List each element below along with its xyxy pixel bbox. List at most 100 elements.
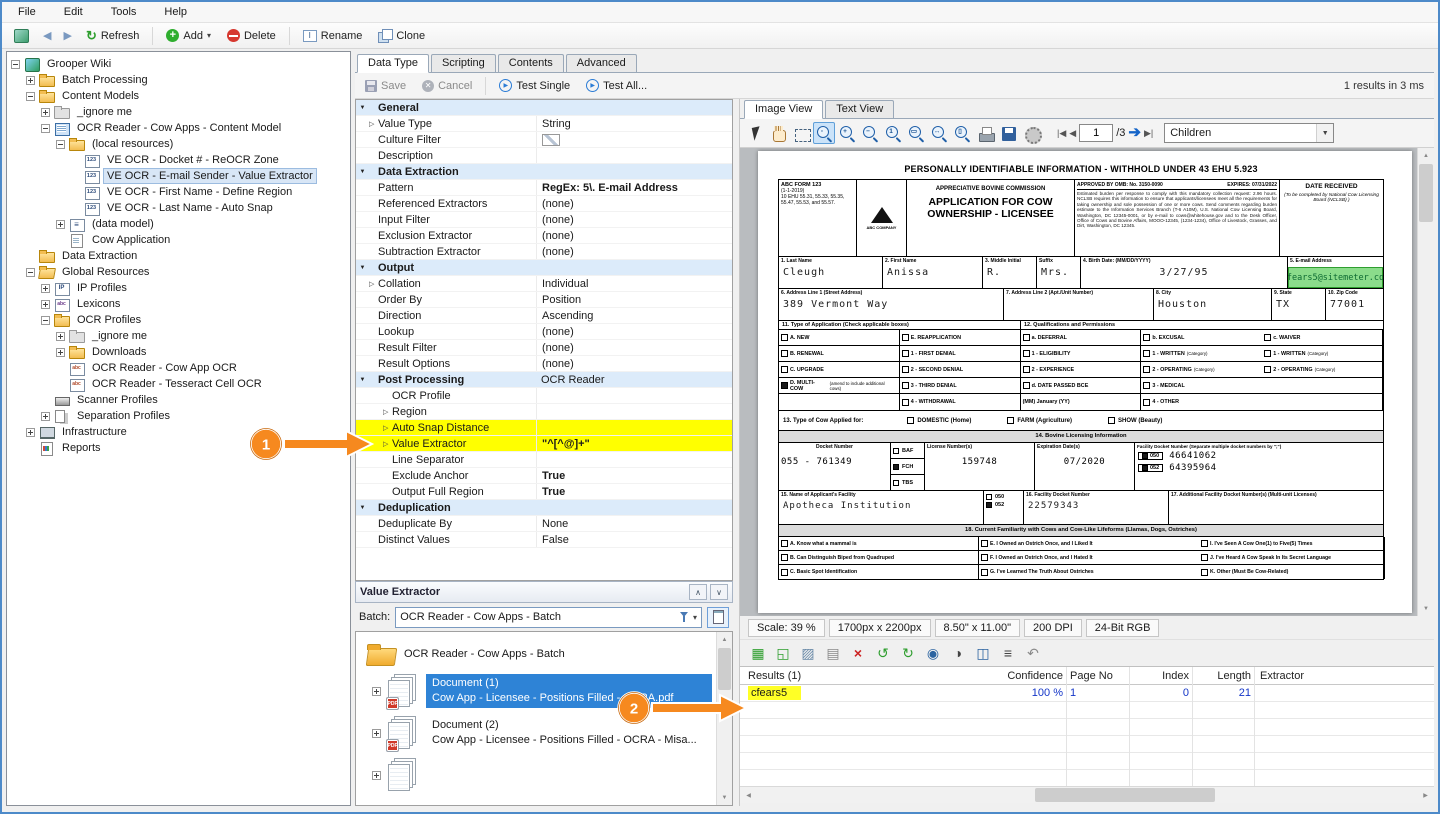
page-number-input[interactable]: [1079, 124, 1114, 142]
tree-expander-icon[interactable]: [372, 728, 381, 738]
tree-expander-icon[interactable]: [41, 315, 50, 325]
image-settings-icon[interactable]: [1020, 122, 1042, 144]
invert-icon[interactable]: ◑: [948, 643, 968, 663]
property-value[interactable]: (none): [536, 212, 732, 227]
copy-region-icon[interactable]: ▤: [823, 643, 843, 663]
tree-expander-icon[interactable]: [26, 427, 35, 437]
print-icon[interactable]: [974, 122, 996, 144]
tree-node[interactable]: OCR Reader - Cow Apps - Content Model: [7, 120, 350, 136]
property-row[interactable]: Output Full Region True: [356, 484, 732, 500]
scrollbar-thumb[interactable]: [1419, 164, 1433, 222]
property-value[interactable]: None: [536, 516, 732, 531]
property-value[interactable]: Position: [536, 292, 732, 307]
property-row[interactable]: Value Type String: [356, 116, 732, 132]
tree-expander-icon[interactable]: [56, 331, 65, 341]
column-page-no[interactable]: Page No: [1066, 667, 1129, 684]
clone-button[interactable]: Clone: [372, 27, 431, 44]
property-value[interactable]: Ascending: [536, 308, 732, 323]
rename-button[interactable]: I Rename: [297, 28, 369, 44]
tree-expander-icon[interactable]: [56, 139, 65, 149]
property-value[interactable]: OCR Reader: [536, 372, 732, 387]
property-row[interactable]: Collation Individual: [356, 276, 732, 292]
property-row[interactable]: Data Extraction: [356, 164, 732, 180]
property-row[interactable]: Post Processing OCR Reader: [356, 372, 732, 388]
property-value[interactable]: [536, 404, 732, 419]
pointer-icon[interactable]: [744, 122, 766, 144]
first-page-icon[interactable]: |◀: [1057, 128, 1066, 139]
go-page-icon[interactable]: ➔: [1128, 125, 1141, 140]
viewer-tab[interactable]: Image View: [744, 100, 824, 119]
scrollbar-thumb[interactable]: [1035, 788, 1215, 802]
menu-item[interactable]: Help: [162, 4, 199, 20]
tree-node[interactable]: OCR Profiles: [7, 312, 350, 328]
batch-document-label[interactable]: Document (1) Cow App - Licensee - Positi…: [426, 674, 712, 708]
delete-region-icon[interactable]: ×: [848, 643, 868, 663]
property-value[interactable]: RegEx: 5\. E-mail Address: [536, 180, 732, 195]
scroll-down-icon[interactable]: ▼: [1418, 601, 1434, 616]
test-single-button[interactable]: ▶ Test Single: [493, 77, 576, 94]
menu-item[interactable]: Edit: [62, 4, 95, 20]
property-value[interactable]: (none): [536, 228, 732, 243]
content-tab[interactable]: Contents: [497, 54, 564, 72]
tree-expander-icon[interactable]: [26, 91, 35, 101]
tree-node[interactable]: Reports: [7, 440, 350, 456]
property-value[interactable]: [536, 260, 732, 275]
content-tab[interactable]: Advanced: [565, 54, 637, 72]
property-row[interactable]: Pattern RegEx: 5\. E-mail Address: [356, 180, 732, 196]
property-value[interactable]: (none): [536, 324, 732, 339]
property-value[interactable]: True: [536, 468, 732, 483]
pan-icon[interactable]: [767, 122, 789, 144]
tree-node[interactable]: Cow Application: [7, 232, 350, 248]
property-value[interactable]: False: [536, 532, 732, 547]
batch-document-node[interactable]: PDF Document (1) Cow App - Licensee - Po…: [372, 674, 732, 710]
property-value[interactable]: True: [536, 484, 732, 499]
tree-node[interactable]: _ignore me: [7, 328, 350, 344]
previous-page-icon[interactable]: ◀: [1069, 128, 1076, 139]
property-row[interactable]: Line Separator: [356, 452, 732, 468]
property-value[interactable]: (none): [536, 340, 732, 355]
save-button[interactable]: Save: [359, 78, 412, 94]
column-confidence[interactable]: Confidence: [1006, 667, 1066, 684]
tree-expander-icon[interactable]: [26, 267, 35, 277]
content-tab[interactable]: Scripting: [430, 54, 496, 72]
property-value[interactable]: [536, 100, 732, 115]
tree-node[interactable]: OCR Reader - Tesseract Cell OCR: [7, 376, 350, 392]
tree-expander-icon[interactable]: [41, 123, 50, 133]
zoom-region-icon[interactable]: ▫: [813, 122, 835, 144]
property-value[interactable]: [536, 148, 732, 163]
property-value[interactable]: [536, 132, 732, 147]
tree-node[interactable]: Global Resources: [7, 264, 350, 280]
tree-expander-icon[interactable]: [56, 219, 65, 229]
collapse-up-icon[interactable]: ∧: [689, 584, 707, 600]
tree-node[interactable]: Batch Processing: [7, 72, 350, 88]
delete-button[interactable]: Delete: [221, 27, 282, 44]
property-row[interactable]: Result Filter (none): [356, 340, 732, 356]
collapse-down-icon[interactable]: ∨: [710, 584, 728, 600]
property-value[interactable]: Individual: [536, 276, 732, 291]
scroll-up-icon[interactable]: ▲: [1418, 148, 1434, 163]
property-row[interactable]: Input Filter (none): [356, 212, 732, 228]
property-row[interactable]: Order By Position: [356, 292, 732, 308]
property-row[interactable]: Deduplication: [356, 500, 732, 516]
filter-funnel-icon[interactable]: [679, 612, 689, 622]
tree-node[interactable]: VE OCR - First Name - Define Region: [7, 184, 350, 200]
scroll-right-icon[interactable]: ▶: [1417, 787, 1434, 803]
batch-tree-scrollbar[interactable]: ▲ ▼: [716, 632, 732, 805]
open-batch-button[interactable]: [707, 606, 729, 628]
tree-node[interactable]: Data Extraction: [7, 248, 350, 264]
tree-node[interactable]: IP Profiles: [7, 280, 350, 296]
property-row[interactable]: Auto Snap Distance: [356, 420, 732, 436]
thumbnail-icon[interactable]: ◱: [773, 643, 793, 663]
batch-document-node[interactable]: PDF Document (2) Cow App - Licensee - Po…: [372, 716, 732, 752]
tree-node[interactable]: Content Models: [7, 88, 350, 104]
property-row[interactable]: Description: [356, 148, 732, 164]
save-image-icon[interactable]: [997, 122, 1019, 144]
property-row[interactable]: Lookup (none): [356, 324, 732, 340]
property-row[interactable]: Exclusion Extractor (none): [356, 228, 732, 244]
rotate-left-icon[interactable]: ↺: [873, 643, 893, 663]
tree-expander-icon[interactable]: [41, 107, 50, 117]
column-results[interactable]: Results (1): [740, 667, 1006, 684]
tree-panel-toggle-icon[interactable]: [8, 27, 35, 45]
back-icon[interactable]: ◀: [39, 29, 55, 42]
property-row[interactable]: General: [356, 100, 732, 116]
